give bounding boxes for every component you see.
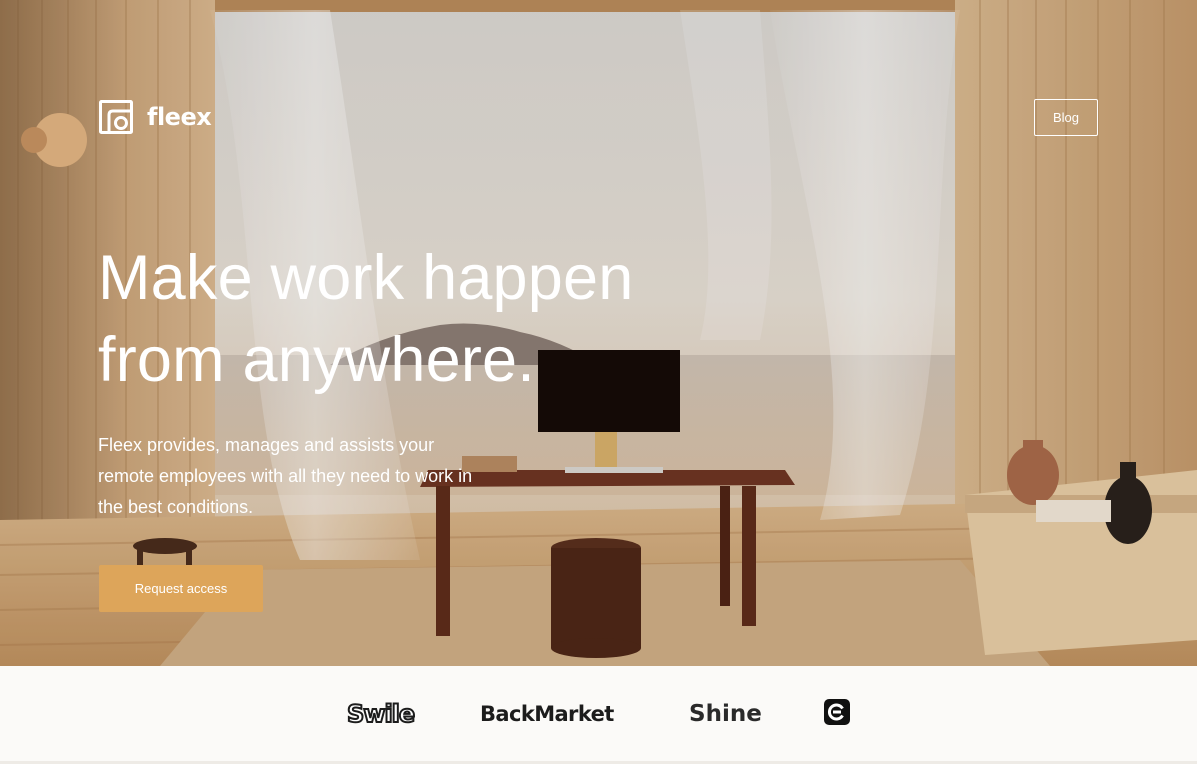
hero-section: fleex Blog Make work happen from anywher… (0, 0, 1197, 666)
request-access-button[interactable]: Request access (99, 565, 263, 612)
brand-name: fleex (147, 103, 212, 131)
brand-logo[interactable]: fleex (99, 100, 212, 134)
blog-button[interactable]: Blog (1034, 99, 1098, 136)
client-logo-shine: Shine (689, 701, 762, 727)
hero-headline: Make work happen from anywhere. (98, 237, 718, 401)
hero-subtitle: Fleex provides, manages and assists your… (98, 435, 473, 517)
fleex-logo-icon (99, 100, 133, 134)
client-logo-swile: Swile (346, 699, 416, 729)
e-badge-icon (824, 699, 850, 725)
client-logos-strip: Swile BackMarket Shine (0, 666, 1197, 764)
headline-line-2: from anywhere. (98, 325, 535, 395)
client-logo-backmarket: BackMarket (480, 702, 614, 726)
headline-line-1: Make work happen (98, 243, 634, 313)
